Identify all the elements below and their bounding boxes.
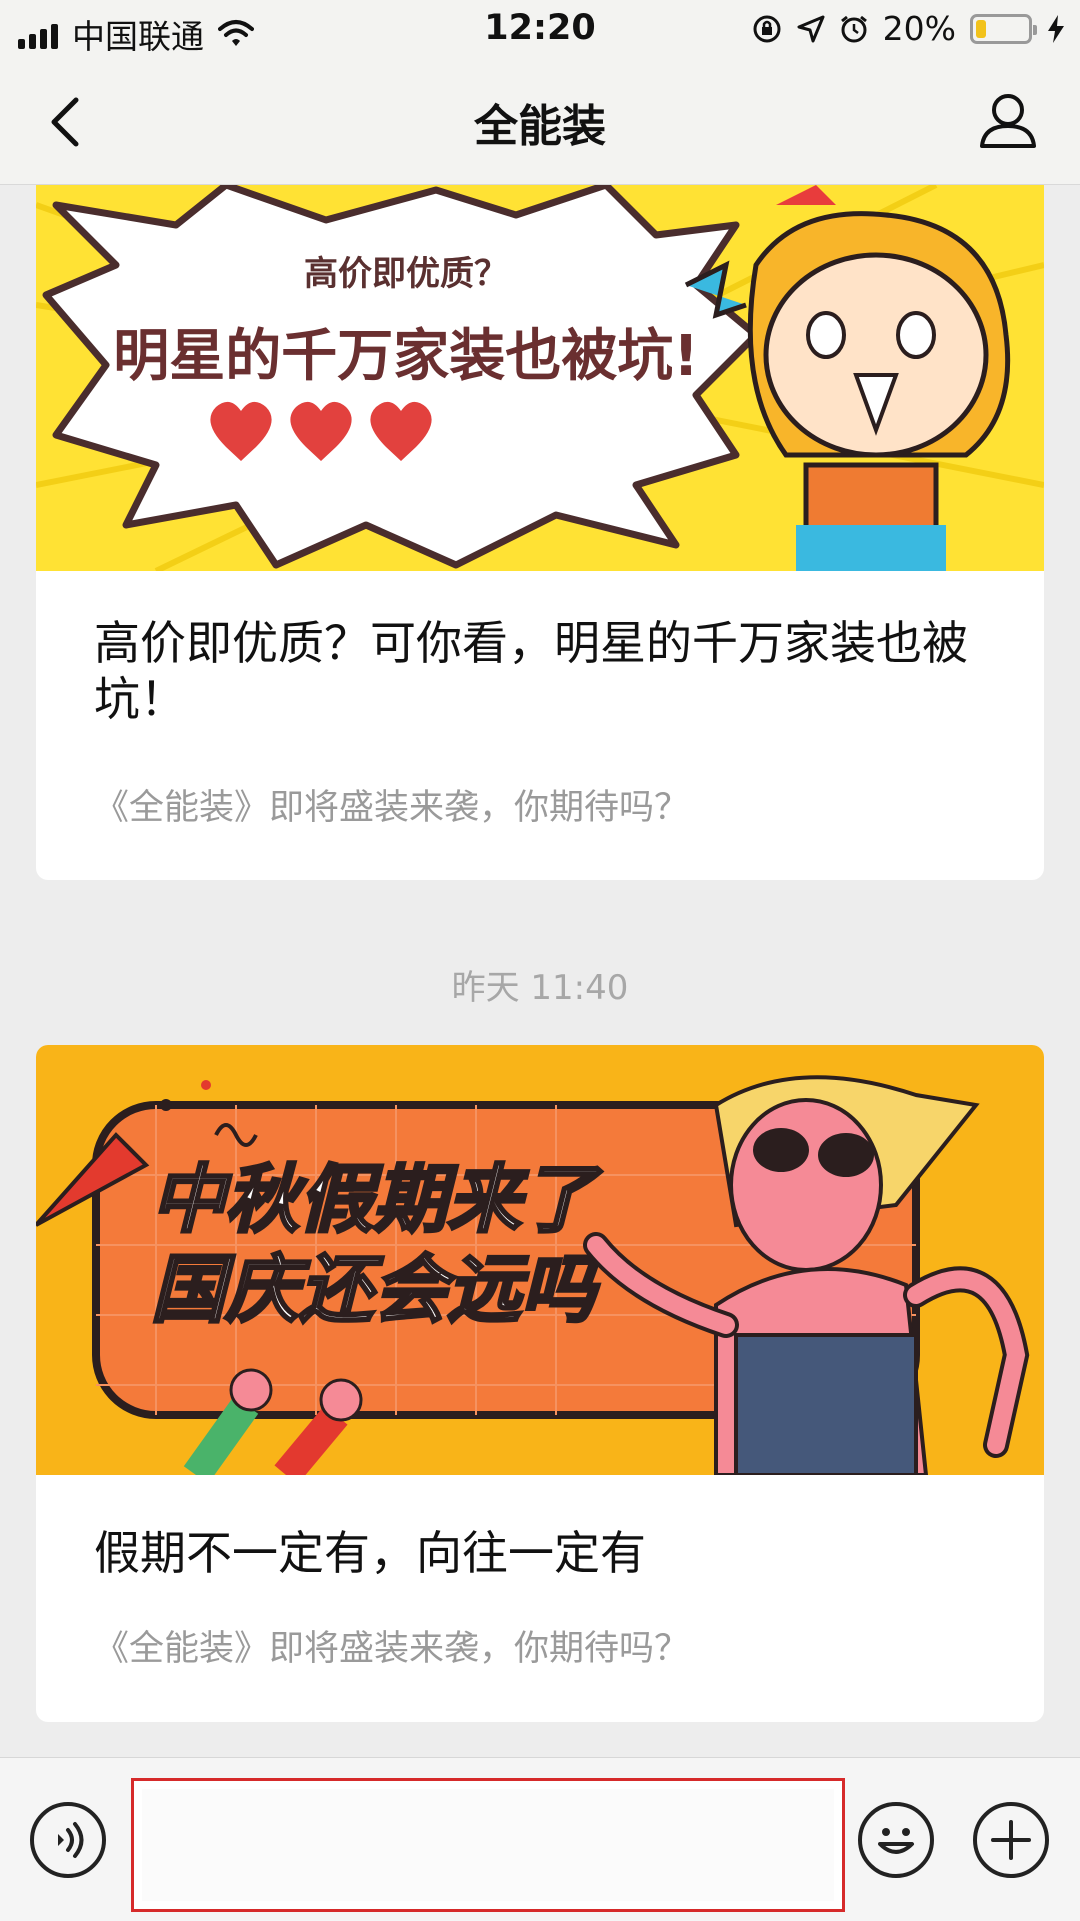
voice-icon xyxy=(58,1822,84,1858)
battery-level xyxy=(976,19,986,38)
page-title: 全能装 xyxy=(474,101,606,152)
status-right: 20% xyxy=(751,9,1066,48)
chat-input-bar xyxy=(0,1757,1080,1921)
voice-button[interactable] xyxy=(30,1802,106,1878)
banner-big-text: 明星的千万家装也被坑! xyxy=(113,324,699,389)
article-subtitle: 《全能装》即将盛装来袭，你期待吗？ xyxy=(94,1629,690,1669)
person-icon[interactable] xyxy=(976,88,1040,152)
charging-icon xyxy=(1048,14,1064,43)
emoji-button[interactable] xyxy=(858,1802,934,1878)
emoji-icon xyxy=(878,1828,914,1854)
article-banner: 高价即优质？ 明星的千万家装也被坑! xyxy=(36,185,1044,571)
banner-line-2: 国庆还会远吗 xyxy=(151,1247,601,1333)
banner-small-text: 高价即优质？ xyxy=(304,254,508,294)
location-icon xyxy=(797,15,825,42)
article-title[interactable]: 假期不一定有，向往一定有 xyxy=(94,1525,974,1581)
more-button[interactable] xyxy=(973,1802,1049,1878)
message-input-highlight xyxy=(131,1778,845,1912)
alarm-icon xyxy=(840,15,867,42)
banner-illustration: 中秋假期来了 国庆还会远吗 xyxy=(36,1075,1030,1475)
banner-line-1: 中秋假期来了 xyxy=(151,1157,603,1243)
status-bar: 中国联通 12:20 20% xyxy=(0,0,1080,60)
battery-percent: 20% xyxy=(882,9,956,48)
message-timestamp: 昨天 11:40 xyxy=(451,968,629,1008)
banner-illustration: 高价即优质？ 明星的千万家装也被坑! xyxy=(36,185,1044,571)
battery-icon xyxy=(970,13,1037,44)
cartoon-girl xyxy=(684,185,1011,571)
article-card[interactable]: 高价即优质？ 明星的千万家装也被坑! 高价即优质？可你看，明星的千万家装也被坑！… xyxy=(36,185,1044,880)
plus-icon xyxy=(991,1820,1031,1860)
article-subtitle: 《全能装》即将盛装来袭，你期待吗？ xyxy=(94,788,690,828)
article-title[interactable]: 高价即优质？可你看，明星的千万家装也被坑！ xyxy=(94,615,974,727)
nav-bar: 全能装 xyxy=(0,60,1080,185)
article-banner: 中秋假期来了 国庆还会远吗 xyxy=(36,1045,1044,1475)
rotation-lock-icon xyxy=(753,15,781,42)
article-card[interactable]: 中秋假期来了 国庆还会远吗 假期不一定有，向往一定有 《全能装》即将盛装来袭，你… xyxy=(36,1045,1044,1722)
message-input[interactable] xyxy=(142,1789,834,1901)
